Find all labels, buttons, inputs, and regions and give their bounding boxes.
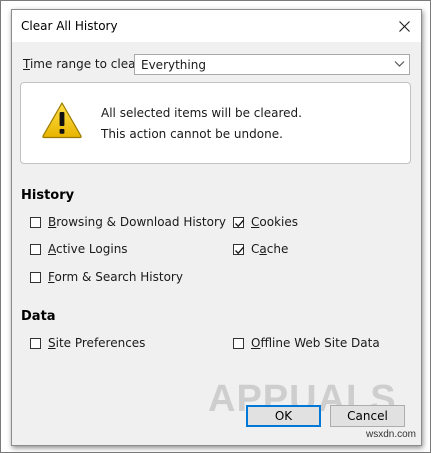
- checkbox-box[interactable]: [30, 243, 41, 255]
- checkmark-icon: [235, 246, 244, 254]
- warning-line-2: This action cannot be undone.: [101, 127, 283, 141]
- warning-icon: [42, 102, 82, 139]
- time-range-row: Time range to clear: Everything: [23, 54, 413, 76]
- checkbox-label: Cookies: [251, 215, 298, 229]
- checkbox-box[interactable]: [233, 216, 244, 228]
- time-range-value: Everything: [141, 58, 206, 72]
- warning-panel: All selected items will be cleared. This…: [20, 82, 411, 164]
- checkbox-label: Active Logins: [48, 242, 128, 256]
- close-icon: [398, 20, 410, 32]
- checkbox-box[interactable]: [233, 243, 244, 255]
- chevron-down-icon: [394, 61, 405, 67]
- form-search-history-checkbox[interactable]: Form & Search History: [30, 270, 183, 284]
- checkbox-label: Form & Search History: [48, 270, 183, 284]
- ok-button[interactable]: OK: [246, 405, 321, 427]
- cache-checkbox[interactable]: Cache: [233, 242, 288, 256]
- time-range-label: Time range to clear:: [23, 57, 145, 71]
- checkmark-icon: [235, 219, 244, 227]
- checkbox-box[interactable]: [30, 271, 41, 283]
- checkbox-label: Cache: [251, 242, 289, 256]
- site-preferences-checkbox[interactable]: Site Preferences: [30, 336, 145, 350]
- checkbox-label: Site Preferences: [48, 336, 146, 350]
- close-button[interactable]: [391, 14, 417, 38]
- active-logins-checkbox[interactable]: Active Logins: [30, 242, 128, 256]
- browsing-download-history-checkbox[interactable]: Browsing & Download History: [30, 215, 226, 229]
- screenshot-frame: Clear All History Time range to clear: E…: [0, 0, 431, 453]
- title-bar: Clear All History: [12, 10, 421, 42]
- cancel-button[interactable]: Cancel: [330, 405, 405, 427]
- warning-line-1: All selected items will be cleared.: [101, 106, 302, 120]
- data-heading: Data: [21, 309, 56, 324]
- dialog-title: Clear All History: [21, 19, 118, 33]
- time-range-select[interactable]: Everything: [134, 54, 410, 75]
- checkbox-label: Offline Web Site Data: [251, 336, 380, 350]
- offline-web-site-data-checkbox[interactable]: Offline Web Site Data: [233, 336, 380, 350]
- clear-history-dialog: Clear All History Time range to clear: E…: [11, 9, 422, 446]
- checkbox-label: Browsing & Download History: [48, 215, 227, 229]
- cookies-checkbox[interactable]: Cookies: [233, 215, 298, 229]
- checkbox-box[interactable]: [30, 337, 41, 349]
- checkbox-box[interactable]: [30, 216, 41, 228]
- history-heading: History: [21, 188, 75, 203]
- site-watermark: wsxdn.com: [365, 429, 416, 440]
- checkbox-box[interactable]: [233, 337, 244, 349]
